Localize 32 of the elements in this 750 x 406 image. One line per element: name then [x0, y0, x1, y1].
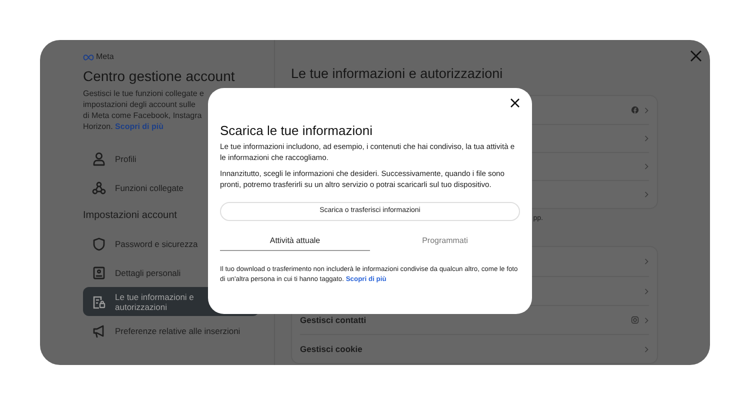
description-text: impostazioni degli account sulle	[83, 99, 197, 110]
brand-name: Meta	[96, 51, 114, 63]
chevron-right-icon[interactable]	[644, 316, 649, 324]
chevron-right-icon[interactable]	[644, 106, 649, 114]
close-icon[interactable]	[510, 98, 520, 108]
chevron-right-icon[interactable]	[644, 163, 649, 170]
person-icon	[92, 152, 106, 166]
dialog-title: Scarica le tue informazioni	[220, 123, 374, 139]
description-text: Gestisci le tue funzioni collegate e	[83, 88, 205, 99]
tab[interactable]: Programmati	[370, 231, 520, 251]
megaphone-icon	[92, 324, 106, 338]
infinity-logo-icon	[83, 54, 94, 60]
document-lock-icon	[92, 294, 106, 308]
chevron-right-icon[interactable]	[644, 191, 649, 198]
page-title: Centro gestione account	[83, 67, 236, 85]
section-title: Le tue informazioni e autorizzazioni	[291, 65, 504, 83]
chevron-right-icon[interactable]	[644, 258, 649, 265]
linked-nodes-icon	[92, 180, 106, 194]
description-text: di Meta come Facebook, Instagra	[83, 110, 203, 121]
chevron-right-icon[interactable]	[644, 346, 649, 352]
camera-icon	[631, 316, 639, 324]
tab[interactable]: Attività attuale	[220, 231, 370, 251]
chevron-right-icon[interactable]	[644, 135, 649, 142]
settings-row[interactable]: Gestisci contatti	[300, 314, 366, 326]
chevron-right-icon[interactable]	[644, 288, 649, 294]
settings-row[interactable]: Gestisci cookie	[300, 342, 362, 356]
learn-more-link[interactable]: Scopri di più	[115, 122, 164, 131]
circle-f-icon	[631, 106, 639, 114]
id-card-icon	[92, 266, 106, 280]
sidebar-item[interactable]: Preferenze relative alle inserzioni	[83, 316, 259, 345]
section-heading: Impostazioni account	[83, 209, 178, 223]
shield-icon	[92, 236, 106, 250]
